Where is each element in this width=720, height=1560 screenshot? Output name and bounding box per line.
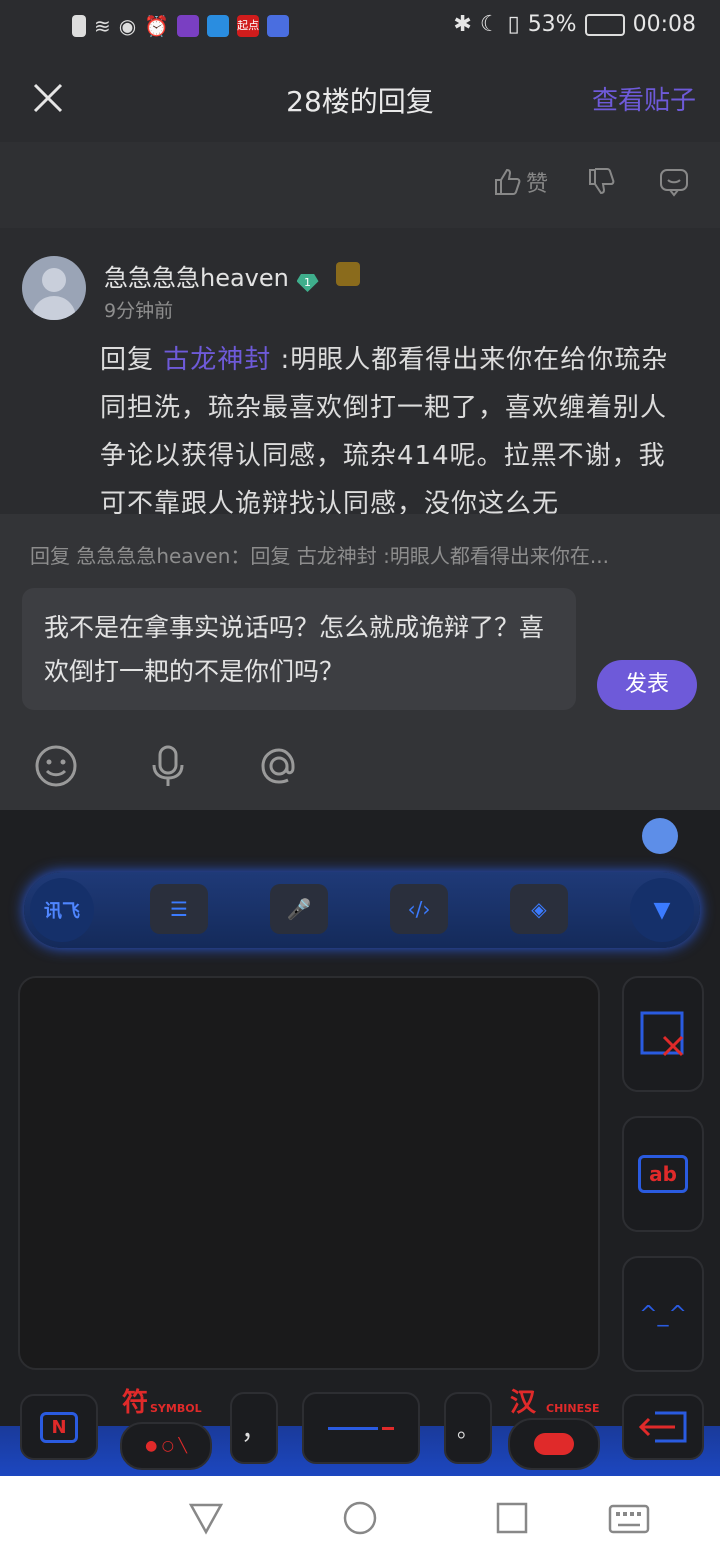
post-time: 9分钟前: [104, 300, 174, 322]
thumbs-down-icon: [589, 168, 615, 195]
space-bar-icon: [328, 1426, 378, 1430]
back-icon[interactable]: [188, 1500, 224, 1536]
menu-icon: ☰: [170, 897, 188, 921]
post-content: 回复 古龙神封 :明眼人都看得出来你在给你琉杂同担洗，琉杂最喜欢倒打一耙了，喜欢…: [100, 336, 690, 514]
toggle-knob: [534, 1433, 574, 1455]
keyboard-icon[interactable]: [608, 1504, 650, 1534]
comment-button[interactable]: [658, 166, 690, 198]
ab-bubble-icon: ab: [638, 1155, 688, 1193]
like-button[interactable]: 赞: [492, 166, 548, 198]
mode-switch-key[interactable]: N: [20, 1394, 98, 1460]
mention-link[interactable]: 古龙神封: [163, 345, 271, 375]
ifly-logo-button[interactable]: 讯飞: [30, 878, 94, 942]
recognition-key[interactable]: ab: [622, 1116, 704, 1232]
wifi-icon: ≋: [94, 14, 111, 38]
cursor-button[interactable]: ‹/›: [390, 884, 448, 934]
header: 28楼的回复 查看贴子: [0, 56, 720, 142]
status-bar: ≋ ◉ ⏰ 起点 ✱ ☾ ▯ 53% 00:08: [0, 0, 720, 56]
username: 急急急急heaven: [104, 264, 289, 292]
theme-button[interactable]: ◈: [510, 884, 568, 934]
medal-icon: [336, 262, 361, 286]
symbol-dots-icon: ● ○ ╲: [145, 1438, 187, 1454]
symbol-sub-label: SYMBOL: [150, 1402, 202, 1415]
vibrate-icon: ▯: [507, 12, 520, 37]
view-post-link[interactable]: 查看贴子: [592, 80, 696, 117]
avatar[interactable]: [22, 256, 86, 320]
symbol-label: 符: [122, 1388, 149, 1418]
n-bubble-icon: N: [40, 1411, 78, 1443]
mascot-icon[interactable]: [642, 818, 678, 854]
reply-to-preview: 回复 急急急急heaven：回复 古龙神封 :明眼人都看得出来你在...: [30, 544, 609, 568]
space-bar-accent: [382, 1426, 394, 1430]
status-icons: ≋ ◉ ⏰ 起点: [72, 14, 290, 38]
chevron-down-icon: ▼: [653, 897, 671, 923]
app-icon: [177, 15, 200, 37]
period-key[interactable]: 。: [444, 1392, 492, 1464]
cursor-icon: ‹/›: [407, 897, 431, 921]
space-key[interactable]: [302, 1392, 420, 1464]
reply-input-text: 我不是在拿事实说话吗？怎么就成诡辩了？喜欢倒打一耙的不是你们吗？: [44, 613, 545, 686]
emoticon-key[interactable]: ^_^: [622, 1256, 704, 1372]
chinese-sub-label: CHINESE: [546, 1402, 600, 1415]
delete-icon: [640, 1011, 684, 1057]
alarm-icon: ⏰: [144, 14, 170, 38]
delete-key[interactable]: [622, 976, 704, 1092]
emoji-icon[interactable]: [34, 744, 78, 788]
at-mention-icon[interactable]: [257, 744, 301, 788]
post: 急急急急heaven 1 9分钟前 回复 古龙神封 :明眼人都看得出来你在给你琉…: [0, 228, 720, 514]
battery-percent: 53%: [527, 12, 577, 37]
hide-keyboard-button[interactable]: ▼: [630, 878, 694, 942]
enter-key[interactable]: [622, 1394, 704, 1460]
comma-key[interactable]: ，: [230, 1392, 278, 1464]
symbol-key[interactable]: ● ○ ╲: [120, 1422, 212, 1470]
like-label: 赞: [526, 172, 549, 197]
handwriting-area[interactable]: [18, 976, 600, 1370]
thumbs-up-icon: [495, 168, 521, 195]
username-row[interactable]: 急急急急heaven 1: [104, 258, 361, 293]
clock: 00:08: [632, 12, 696, 37]
submit-button[interactable]: 发表: [597, 660, 697, 710]
chinese-label: 汉: [510, 1388, 537, 1418]
bluetooth-icon: ✱: [453, 12, 472, 37]
action-row: 赞: [0, 142, 720, 228]
recents-icon[interactable]: [496, 1502, 528, 1534]
eye-icon: ◉: [118, 14, 137, 38]
navigation-bar: [0, 1476, 720, 1560]
ifly-logo: 讯飞: [44, 901, 80, 922]
moon-icon: ☾: [479, 12, 500, 37]
comment-icon: [660, 169, 688, 197]
handwriting-keyboard: 讯飞 ☰ 🎤 ‹/› ◈ ▼ ab ^_^ N 符 SYMBOL ● ○ ╲ ，…: [0, 810, 720, 1476]
home-icon[interactable]: [342, 1500, 378, 1536]
status-right: ✱ ☾ ▯ 53% 00:08: [453, 12, 696, 37]
alert-icon: [72, 15, 86, 37]
reply-prefix: 回复: [100, 345, 164, 375]
music-icon: [267, 15, 290, 37]
reply-composer: 回复 急急急急heaven：回复 古龙神封 :明眼人都看得出来你在... 我不是…: [0, 514, 720, 810]
battery-icon: [584, 13, 625, 36]
kaomoji-icon: ^_^: [639, 1301, 687, 1327]
face-icon: ◈: [531, 897, 547, 921]
level-badge-icon: 1: [296, 274, 319, 292]
dislike-button[interactable]: [586, 166, 616, 196]
keyboard-toolbar: 讯飞 ☰ 🎤 ‹/› ◈ ▼: [24, 872, 700, 948]
menu-button[interactable]: ☰: [150, 884, 208, 934]
qidian-icon: 起点: [237, 15, 260, 37]
microphone-icon[interactable]: [146, 744, 190, 788]
reply-input[interactable]: 我不是在拿事实说话吗？怎么就成诡辩了？喜欢倒打一耙的不是你们吗？: [22, 588, 576, 710]
microphone-icon: 🎤: [286, 897, 312, 921]
enter-icon: [638, 1411, 687, 1443]
language-toggle[interactable]: [508, 1418, 600, 1470]
app-icon: [207, 15, 230, 37]
voice-button[interactable]: 🎤: [270, 884, 328, 934]
